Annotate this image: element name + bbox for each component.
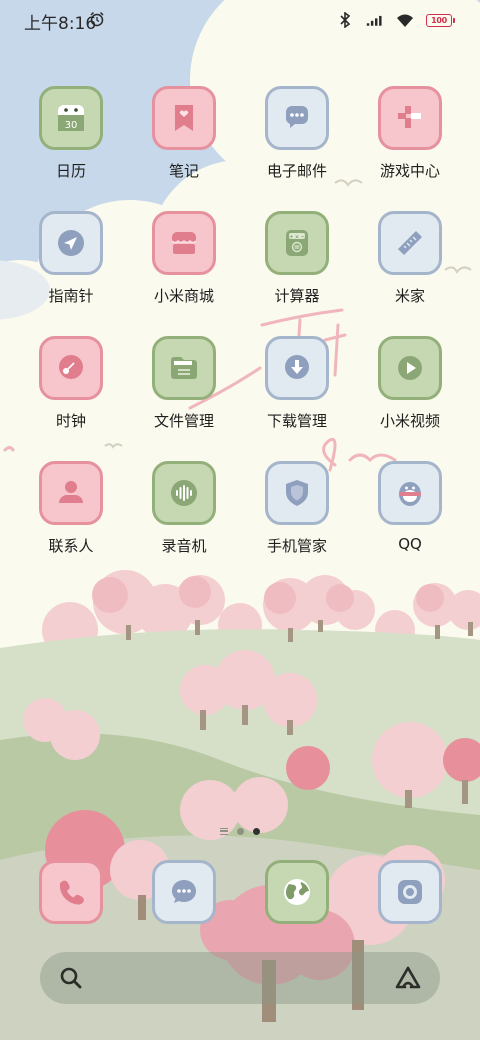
app-notes[interactable]: 笔记: [134, 86, 234, 196]
app-label: 联系人: [48, 537, 94, 555]
wifi-icon: [397, 14, 413, 27]
app-compass[interactable]: 指南针: [21, 211, 121, 321]
recorder-icon: [152, 461, 216, 525]
app-label: 时钟: [55, 412, 86, 430]
app-security[interactable]: 手机管家: [247, 461, 347, 571]
app-label: 小米视频: [379, 412, 440, 430]
battery-icon: 100: [426, 13, 455, 27]
status-bar: 上午8:16 100: [0, 0, 480, 40]
phone-icon: [39, 860, 103, 924]
security-icon: [265, 461, 329, 525]
signal-icon: [366, 15, 382, 26]
app-mi-video[interactable]: 小米视频: [360, 336, 460, 446]
app-file-manager[interactable]: 文件管理: [134, 336, 234, 446]
app-label: 米家: [394, 287, 425, 305]
app-calculator[interactable]: + × − 计算器: [247, 211, 347, 321]
email-icon: [265, 86, 329, 150]
page-dot-active: [253, 827, 260, 835]
assistant-icon[interactable]: [394, 965, 422, 991]
bluetooth-icon: [340, 12, 351, 28]
status-time: 上午8:16: [24, 14, 97, 34]
app-label: 下载管理: [266, 412, 327, 430]
calculator-icon: + × −: [265, 211, 329, 275]
calendar-day: 30: [65, 120, 78, 131]
messages-icon: [152, 860, 216, 924]
browser-icon: [265, 860, 329, 924]
app-recorder[interactable]: 录音机: [134, 461, 234, 571]
dock-browser[interactable]: [265, 860, 329, 924]
alarm-icon: [90, 11, 104, 27]
app-label: 计算器: [274, 287, 320, 305]
app-game-center[interactable]: 游戏中心: [360, 86, 460, 196]
dock-phone[interactable]: [39, 860, 103, 924]
video-icon: [378, 336, 442, 400]
download-icon: [265, 336, 329, 400]
svg-text:+ × −: + × −: [289, 235, 305, 241]
app-label: 电子邮件: [266, 162, 327, 180]
app-label: 手机管家: [266, 537, 327, 555]
search-bar[interactable]: [40, 952, 440, 1004]
menu-icon: [220, 827, 228, 835]
file-manager-icon: [152, 336, 216, 400]
app-download-manager[interactable]: 下载管理: [247, 336, 347, 446]
app-contacts[interactable]: 联系人: [21, 461, 121, 571]
app-label: 录音机: [161, 537, 207, 555]
app-label: 游戏中心: [379, 162, 440, 180]
dock-camera[interactable]: [378, 860, 442, 924]
battery-level: 100: [431, 15, 447, 25]
app-label: 指南针: [48, 287, 94, 305]
dock-messages[interactable]: [152, 860, 216, 924]
app-calendar[interactable]: 30 日历: [21, 86, 121, 196]
mi-store-icon: [152, 211, 216, 275]
app-label: 小米商城: [153, 287, 214, 305]
calendar-icon: 30: [39, 86, 103, 150]
contacts-icon: [39, 461, 103, 525]
notes-icon: [152, 86, 216, 150]
page-dot: [237, 827, 244, 835]
app-label: 日历: [55, 162, 86, 180]
compass-icon: [39, 211, 103, 275]
app-mi-home[interactable]: 米家: [360, 211, 460, 321]
app-email[interactable]: 电子邮件: [247, 86, 347, 196]
game-center-icon: [378, 86, 442, 150]
app-label: 文件管理: [153, 412, 214, 430]
app-clock[interactable]: 时钟: [21, 336, 121, 446]
app-mi-store[interactable]: 小米商城: [134, 211, 234, 321]
search-icon[interactable]: [58, 965, 84, 991]
app-qq[interactable]: QQ: [360, 461, 460, 571]
app-label: 笔记: [168, 162, 199, 180]
qq-icon: [378, 461, 442, 525]
clock-icon: [39, 336, 103, 400]
app-label: QQ: [398, 535, 422, 553]
mi-home-icon: [378, 211, 442, 275]
page-indicator[interactable]: [0, 824, 480, 838]
camera-icon: [378, 860, 442, 924]
